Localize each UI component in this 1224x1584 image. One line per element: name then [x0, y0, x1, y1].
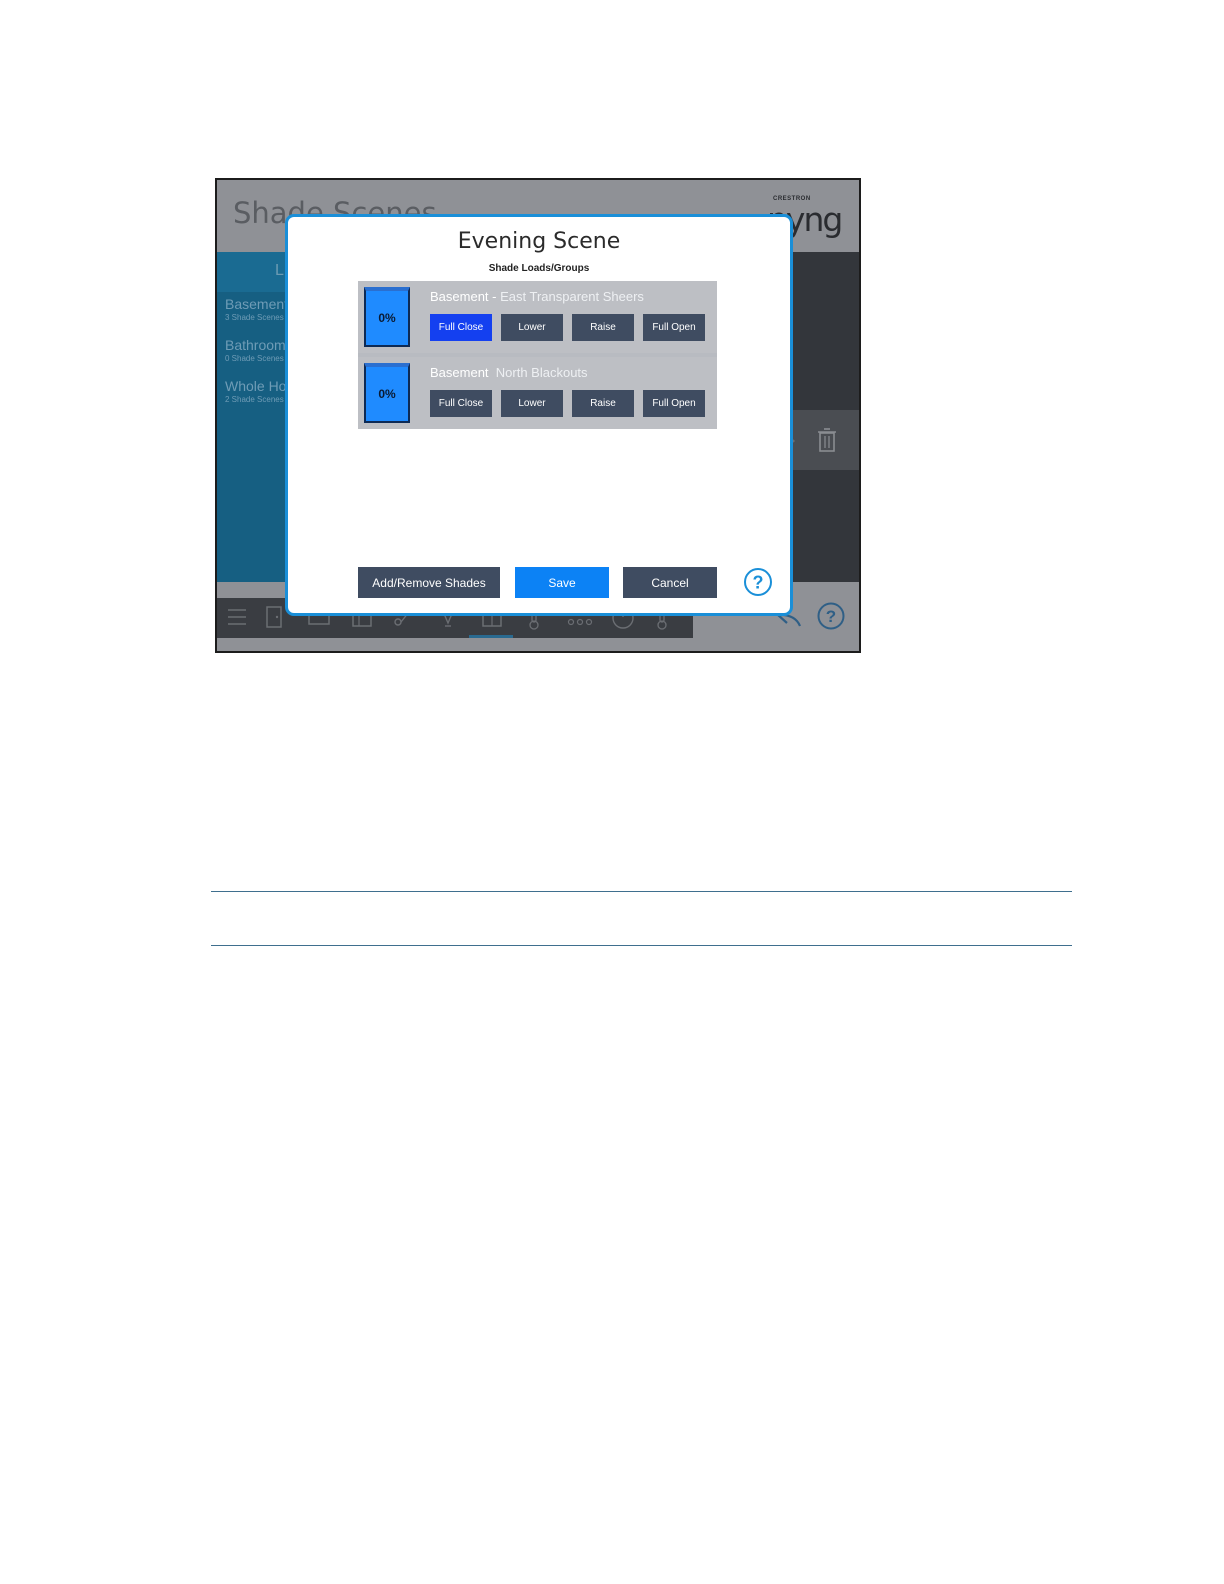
shade-position-value: 0% — [378, 387, 396, 401]
room-scene-count: 2 Shade Scenes — [225, 395, 284, 404]
shade-room: Basement — [430, 365, 489, 380]
full-close-button[interactable]: Full Close — [430, 390, 492, 417]
shade-name: Basement - East Transparent Sheers — [430, 289, 644, 304]
save-button[interactable]: Save — [515, 567, 609, 598]
room-scene-count: 3 Shade Scenes — [225, 313, 284, 322]
shade-row: 0% Basement North Blackouts Full Close L… — [358, 357, 717, 429]
room-scene-count: 0 Shade Scenes — [225, 354, 284, 363]
trash-icon[interactable] — [817, 427, 837, 453]
svg-text:?: ? — [826, 607, 836, 626]
divider-rule — [211, 891, 1072, 892]
shade-position-value: 0% — [378, 311, 396, 325]
room-name: Basement — [225, 296, 289, 312]
full-open-button[interactable]: Full Open — [643, 314, 705, 341]
shade-load: East Transparent Sheers — [500, 289, 644, 304]
shade-row: 0% Basement - East Transparent Sheers Fu… — [358, 281, 717, 353]
help-icon[interactable]: ? — [743, 567, 773, 597]
lower-button[interactable]: Lower — [501, 390, 563, 417]
sidebar-header-label: L — [275, 262, 284, 279]
shade-load: North Blackouts — [495, 365, 588, 380]
help-icon[interactable]: ? — [817, 602, 845, 630]
shade-separator — [489, 365, 496, 380]
cancel-button[interactable]: Cancel — [623, 567, 717, 598]
room-name: Whole Ho — [225, 378, 287, 394]
dialog-subtitle: Shade Loads/Groups — [488, 263, 590, 274]
shade-separator: - — [488, 289, 501, 304]
nav-active-indicator — [469, 635, 513, 638]
raise-button[interactable]: Raise — [572, 314, 634, 341]
scene-edit-dialog: Evening Scene Shade Loads/Groups 0% Base… — [285, 214, 793, 616]
shade-list: 0% Basement - East Transparent Sheers Fu… — [358, 281, 717, 429]
shade-position-gauge[interactable]: 0% — [364, 363, 410, 423]
raise-button[interactable]: Raise — [572, 390, 634, 417]
menu-icon[interactable] — [227, 606, 247, 628]
door-icon[interactable] — [265, 606, 283, 628]
divider-rule — [211, 945, 1072, 946]
shade-room: Basement — [430, 289, 489, 304]
room-name: Bathroom — [225, 337, 286, 353]
shade-name: Basement North Blackouts — [430, 365, 588, 380]
full-open-button[interactable]: Full Open — [643, 390, 705, 417]
sidebar-item-whole-house[interactable]: Whole Ho 2 Shade Scenes — [225, 378, 286, 404]
sidebar-item-basement[interactable]: Basement 3 Shade Scenes — [225, 296, 288, 322]
screenshot-frame: Shade Scenes CRESTRON nyng L Basement 3 … — [215, 178, 861, 653]
add-remove-shades-button[interactable]: Add/Remove Shades — [358, 567, 500, 598]
shade-position-gauge[interactable]: 0% — [364, 287, 410, 347]
svg-text:?: ? — [753, 573, 764, 593]
dialog-title: Evening Scene — [457, 229, 621, 254]
lower-button[interactable]: Lower — [501, 314, 563, 341]
full-close-button[interactable]: Full Close — [430, 314, 492, 341]
sidebar-item-bathroom[interactable]: Bathroom 0 Shade Scenes — [225, 337, 286, 363]
